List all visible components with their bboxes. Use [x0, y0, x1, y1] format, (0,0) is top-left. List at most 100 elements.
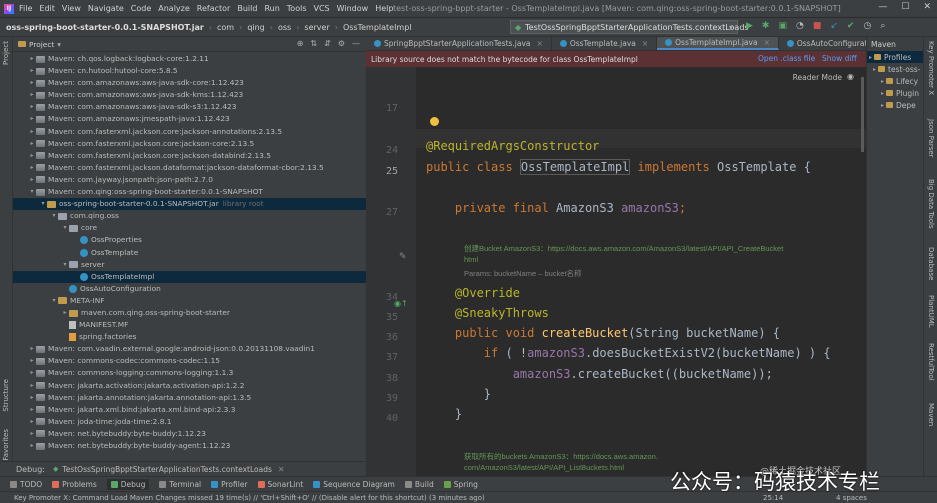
- project-tree-item[interactable]: ▸ Maven: com.amazonaws:aws-java-sdk-kms:1…: [13, 89, 366, 101]
- open-class-file-link[interactable]: Open .class file: [758, 54, 815, 63]
- project-tree-item[interactable]: ▸ Maven: jakarta.xml.bind:jakarta.xml.bin…: [13, 404, 366, 416]
- expand-arrow-icon[interactable]: ▸: [28, 89, 36, 101]
- expand-arrow-icon[interactable]: ▸: [28, 392, 36, 404]
- expand-arrow-icon[interactable]: ▾: [50, 295, 58, 307]
- expand-arrow-icon[interactable]: ▸: [28, 77, 36, 89]
- expand-arrow-icon[interactable]: ▸: [869, 54, 872, 61]
- menu-build[interactable]: Build: [237, 4, 257, 13]
- project-tree-item[interactable]: ▸ Maven: commons-logging:commons-logging:…: [13, 367, 366, 379]
- gear-icon[interactable]: ⚙: [338, 39, 345, 48]
- project-tree-item[interactable]: ▸ Maven: com.fasterxml.jackson.dataformat…: [13, 162, 366, 174]
- menu-tools[interactable]: Tools: [287, 4, 307, 13]
- project-tool-tab[interactable]: Project: [2, 41, 10, 65]
- restfultool-tool-tab[interactable]: RestfulTool: [927, 343, 935, 381]
- maven-tree-item[interactable]: ▸ Depe: [867, 99, 923, 111]
- expand-arrow-icon[interactable]: ▸: [28, 126, 36, 138]
- expand-arrow-icon[interactable]: ▸: [61, 307, 69, 319]
- chevron-down-icon[interactable]: ▾: [57, 40, 61, 49]
- key-promoter-tool-tab[interactable]: Key Promoter X: [927, 41, 935, 95]
- close-tab-icon[interactable]: ×: [537, 39, 543, 48]
- expand-arrow-icon[interactable]: ▸: [28, 174, 36, 186]
- project-tree-item[interactable]: ▸ Maven: com.fasterxml.jackson.core:jacks…: [13, 150, 366, 162]
- menu-window[interactable]: Window: [337, 4, 369, 13]
- tool-tab-profiler[interactable]: Profiler: [211, 480, 248, 489]
- maven-tree-item[interactable]: ▸ Plugin: [867, 87, 923, 99]
- lightbulb-icon[interactable]: [430, 117, 439, 126]
- menu-navigate[interactable]: Navigate: [88, 4, 124, 13]
- menu-edit[interactable]: Edit: [39, 4, 55, 13]
- code-area[interactable]: @RequiredArgsConstructor public class Os…: [426, 67, 856, 483]
- expand-arrow-icon[interactable]: ▸: [881, 78, 884, 85]
- vcs-update-icon[interactable]: ↙: [830, 21, 838, 31]
- menu-run[interactable]: Run: [264, 4, 279, 13]
- breadcrumb-jar[interactable]: oss-spring-boot-starter-0.0.1-SNAPSHOT.j…: [6, 23, 204, 32]
- breadcrumb-item[interactable]: com: [217, 23, 234, 32]
- menu-help[interactable]: Help: [375, 4, 393, 13]
- expand-arrow-icon[interactable]: ▸: [28, 101, 36, 113]
- hide-icon[interactable]: —: [352, 39, 360, 48]
- close-icon[interactable]: ✕: [278, 465, 285, 474]
- close-icon[interactable]: ✕: [923, 2, 931, 12]
- tool-tab-build[interactable]: Build: [404, 480, 434, 489]
- debug-icon[interactable]: ✱: [762, 21, 770, 31]
- breadcrumb-item[interactable]: server: [304, 23, 329, 32]
- menu-refactor[interactable]: Refactor: [197, 4, 231, 13]
- menu-code[interactable]: Code: [131, 4, 151, 13]
- project-tree-item[interactable]: ▸ Maven: com.vaadin.external.google:andro…: [13, 343, 366, 355]
- edit-doc-icon[interactable]: ✎: [399, 252, 407, 262]
- project-tree-item[interactable]: ▸ Maven: commons-codec:commons-codec:1.15: [13, 355, 366, 367]
- debug-session-tab[interactable]: TestOssSpringBpptStarterApplicationTests…: [62, 465, 271, 474]
- show-diff-link[interactable]: Show diff: [822, 54, 857, 63]
- close-tab-icon[interactable]: ×: [642, 39, 648, 48]
- maven-tree-item[interactable]: ▸ test-oss-: [867, 63, 923, 75]
- stop-icon[interactable]: ■: [813, 21, 822, 31]
- editor-tab[interactable]: OssAutoConfiguration.java×: [779, 37, 866, 50]
- database-tool-tab[interactable]: Database: [927, 247, 935, 280]
- run-icon[interactable]: ▶: [746, 21, 753, 31]
- menu-view[interactable]: View: [62, 4, 81, 13]
- project-tree-item[interactable]: OssProperties: [13, 234, 366, 246]
- expand-arrow-icon[interactable]: ▸: [28, 428, 36, 440]
- project-tree-item[interactable]: ▸ maven.com.qing.oss-spring-boot-starter: [13, 307, 366, 319]
- expand-arrow-icon[interactable]: ▸: [28, 355, 36, 367]
- big-data-tools-tab[interactable]: Big Data Tools: [927, 179, 935, 229]
- structure-tool-tab[interactable]: Structure: [2, 379, 10, 412]
- project-tree-item[interactable]: ▸ Maven: com.jayway.jsonpath:json-path:2.…: [13, 174, 366, 186]
- tool-tab-terminal[interactable]: Terminal: [159, 480, 201, 489]
- expand-arrow-icon[interactable]: ▸: [28, 53, 36, 65]
- editor-scrollbar[interactable]: [861, 77, 864, 152]
- expand-arrow-icon[interactable]: ▸: [881, 102, 884, 109]
- breadcrumb-item[interactable]: OssTemplateImpl: [343, 23, 412, 32]
- locate-icon[interactable]: ⊕: [297, 39, 304, 48]
- expand-arrow-icon[interactable]: ▸: [28, 367, 36, 379]
- expand-arrow-icon[interactable]: ▸: [873, 66, 876, 73]
- expand-arrow-icon[interactable]: ▸: [28, 440, 36, 452]
- expand-arrow-icon[interactable]: ▸: [28, 162, 36, 174]
- project-tree-item[interactable]: ▾ core: [13, 222, 366, 234]
- maven-tree-item[interactable]: ▸ Lifecy: [867, 75, 923, 87]
- tool-tab-problems[interactable]: Problems: [52, 480, 97, 489]
- collapse-all-icon[interactable]: ⇵: [324, 39, 331, 48]
- project-tree-item[interactable]: ▾ server: [13, 259, 366, 271]
- breadcrumb-item[interactable]: qing: [247, 23, 264, 32]
- project-tree-item[interactable]: ▸ Maven: com.fasterxml.jackson.core:jacks…: [13, 126, 366, 138]
- expand-arrow-icon[interactable]: ▾: [61, 259, 69, 271]
- expand-arrow-icon[interactable]: ▾: [28, 186, 36, 198]
- project-tree-item[interactable]: spring.factories: [13, 331, 366, 343]
- project-tree-item[interactable]: ▸ Maven: net.bytebuddy:byte-buddy-agent:1…: [13, 440, 366, 452]
- project-tree-item[interactable]: ▾ oss-spring-boot-starter-0.0.1-SNAPSHOT.…: [13, 198, 366, 211]
- expand-arrow-icon[interactable]: ▸: [28, 416, 36, 428]
- history-icon[interactable]: ◷: [863, 21, 871, 31]
- tool-tab-spring[interactable]: Spring: [443, 480, 478, 489]
- project-tree-item[interactable]: ▸ Maven: com.amazonaws:aws-java-sdk-s3:1.…: [13, 101, 366, 113]
- maven-tree-item[interactable]: ▸ Profiles: [867, 51, 923, 63]
- project-tree-item[interactable]: ▸ Maven: jakarta.activation:jakarta.activ…: [13, 380, 366, 392]
- expand-arrow-icon[interactable]: ▸: [28, 65, 36, 77]
- project-tree-item[interactable]: ▸ Maven: joda-time:joda-time:2.8.1: [13, 416, 366, 428]
- project-tree-item[interactable]: OssTemplateImpl: [13, 270, 366, 283]
- status-message[interactable]: Key Promoter X: Command Load Maven Chang…: [14, 494, 485, 502]
- project-tree-item[interactable]: ▸ Maven: com.amazonaws:jmespath-java:1.12…: [13, 113, 366, 125]
- expand-arrow-icon[interactable]: ▾: [61, 222, 69, 234]
- project-tree-item[interactable]: OssTemplate: [13, 247, 366, 259]
- project-tree-item[interactable]: ▸ Maven: cn.hutool:hutool-core:5.8.5: [13, 65, 366, 77]
